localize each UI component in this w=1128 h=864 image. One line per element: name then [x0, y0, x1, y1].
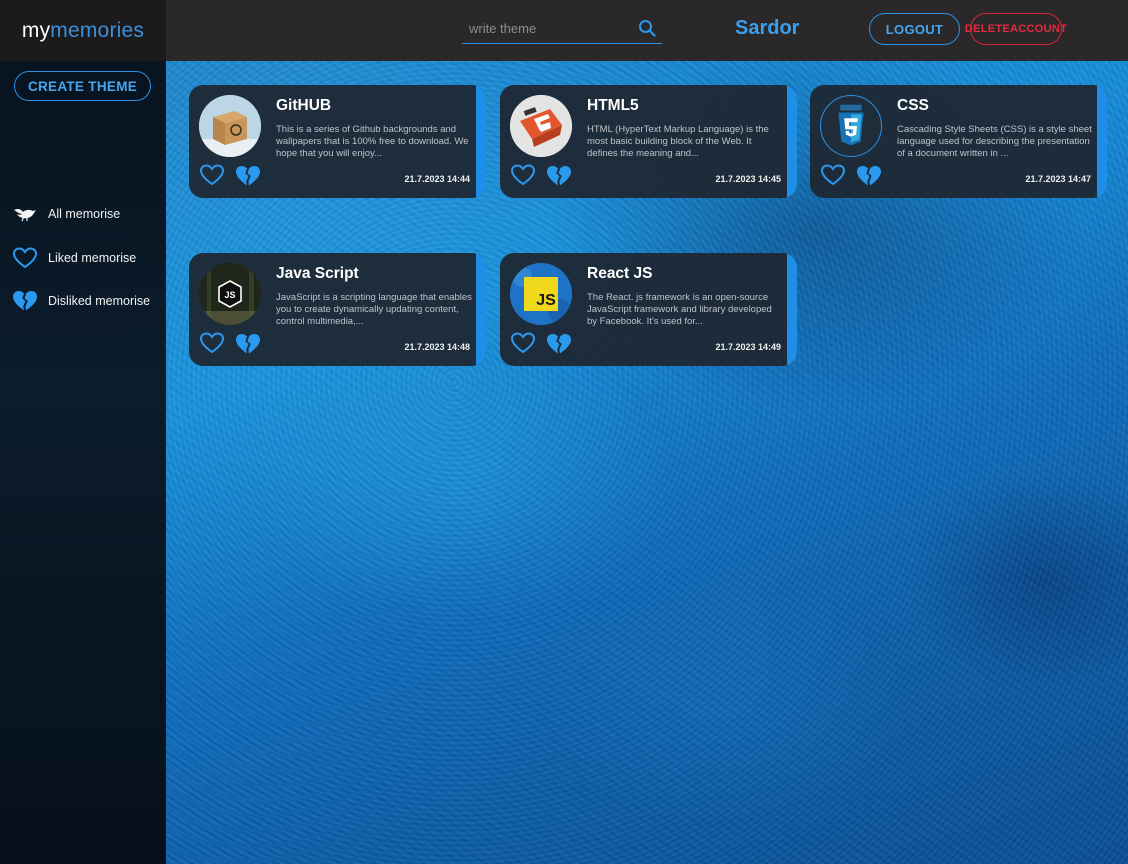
card-accent-stripe [787, 253, 797, 366]
card-title: HTML5 [587, 97, 639, 114]
card-title: Java Script [276, 265, 359, 282]
bird-icon [11, 202, 39, 226]
top-bar: Sardor LOGOUT DELETE ACCOUNT [166, 0, 1128, 61]
logout-button[interactable]: LOGOUT [869, 13, 960, 45]
css3-logo-image [820, 95, 882, 157]
sidebar-item-disliked[interactable]: Disliked memorise [11, 289, 150, 313]
card-title: GitHUB [276, 97, 332, 114]
card-date: 21.7.2023 14:49 [715, 342, 781, 352]
html5-logo-image [510, 95, 572, 157]
search-input[interactable] [462, 14, 632, 43]
memory-card[interactable]: JS Java Script JavaScript is a scripting… [189, 253, 486, 366]
username: Sardor [735, 17, 800, 39]
js-logo-image: JS [510, 263, 572, 325]
svg-text:JS: JS [224, 290, 235, 300]
broken-heart-icon [11, 289, 39, 313]
card-title: CSS [897, 97, 929, 114]
sidebar-item-label: All memorise [48, 207, 121, 221]
card-description: This is a series of Github backgrounds a… [276, 124, 469, 159]
sidebar: my memories CREATE THEME All memorise Lik… [0, 0, 166, 864]
sidebar-item-label: Liked memorise [48, 251, 137, 265]
card-description: Cascading Style Sheets (CSS) is a style … [897, 124, 1092, 159]
broken-heart-icon[interactable] [545, 164, 573, 193]
card-date: 21.7.2023 14:48 [404, 342, 470, 352]
search-box [462, 14, 662, 44]
memory-card[interactable]: CSS Cascading Style Sheets (CSS) is a st… [810, 85, 1107, 198]
card-title: React JS [587, 265, 653, 282]
broken-heart-icon[interactable] [855, 164, 883, 193]
broken-heart-icon[interactable] [234, 164, 262, 193]
card-accent-stripe [476, 253, 486, 366]
card-description: HTML (HyperText Markup Language) is the … [587, 124, 769, 159]
search-icon[interactable] [638, 19, 656, 42]
heart-outline-icon[interactable] [819, 163, 847, 192]
heart-outline-icon[interactable] [198, 163, 226, 192]
card-date: 21.7.2023 14:45 [715, 174, 781, 184]
sidebar-item-label: Disliked memorise [48, 294, 151, 308]
sidebar-item-all[interactable]: All memorise [11, 202, 120, 226]
card-description: JavaScript is a scripting language that … [276, 292, 472, 327]
create-theme-button[interactable]: CREATE THEME [14, 71, 151, 101]
delete-label-line2: ACCOUNT [1010, 22, 1068, 35]
heart-outline-icon [11, 246, 39, 270]
card-description: The React. js framework is an open-sourc… [587, 292, 772, 327]
broken-heart-icon[interactable] [545, 332, 573, 361]
svg-text:JS: JS [536, 292, 556, 309]
memory-card[interactable]: GitHUB This is a series of Github backgr… [189, 85, 486, 198]
memory-card[interactable]: JS React JS The React. js framework is a… [500, 253, 797, 366]
card-accent-stripe [787, 85, 797, 198]
logo-text-memories: memories [50, 18, 145, 42]
card-date: 21.7.2023 14:47 [1025, 174, 1091, 184]
main-content: GitHUB This is a series of Github backgr… [166, 61, 1128, 864]
heart-outline-icon[interactable] [509, 163, 537, 192]
github-box-image [199, 95, 261, 157]
card-accent-stripe [1097, 85, 1107, 198]
logo-text-my: my [21, 18, 51, 42]
broken-heart-icon[interactable] [234, 332, 262, 361]
delete-label-line1: DELETE [964, 22, 1011, 35]
card-accent-stripe [476, 85, 486, 198]
app-logo[interactable]: my memories [0, 0, 166, 61]
memory-card[interactable]: HTML5 HTML (HyperText Markup Language) i… [500, 85, 797, 198]
sidebar-item-liked[interactable]: Liked memorise [11, 246, 136, 270]
heart-outline-icon[interactable] [509, 331, 537, 360]
card-date: 21.7.2023 14:44 [404, 174, 470, 184]
nodejs-logo-image: JS [199, 263, 261, 325]
delete-account-button[interactable]: DELETE ACCOUNT [965, 13, 1067, 45]
heart-outline-icon[interactable] [198, 331, 226, 360]
